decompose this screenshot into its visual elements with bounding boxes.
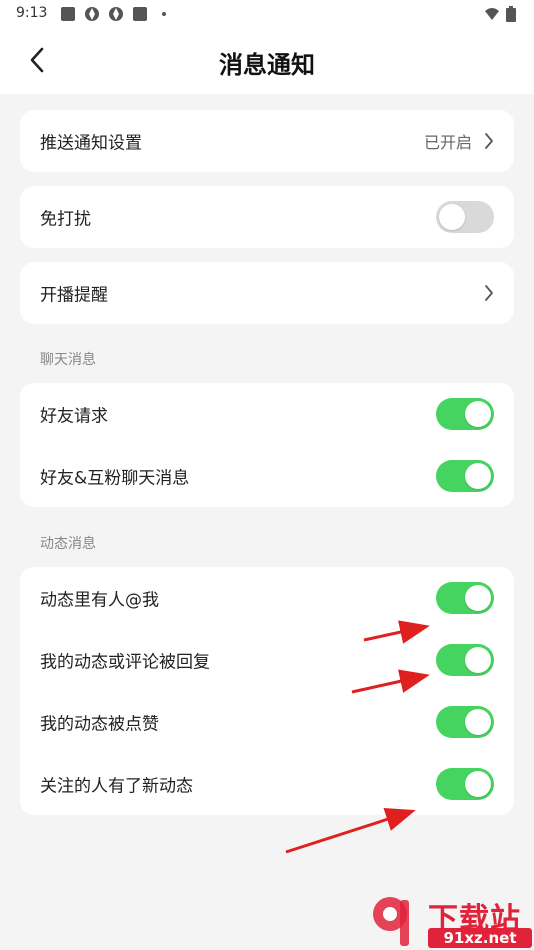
push-settings-status: 已开启 bbox=[423, 133, 472, 152]
friend-request-row: 好友请求 bbox=[20, 383, 514, 445]
friend-chat-label: 好友&互粉聊天消息 bbox=[40, 468, 190, 489]
push-settings-row[interactable]: 推送通知设置 已开启 bbox=[20, 110, 514, 172]
friend-chat-toggle[interactable] bbox=[436, 460, 494, 492]
square-notification-icon bbox=[133, 7, 147, 21]
do-not-disturb-row: 免打扰 bbox=[20, 186, 514, 248]
like-toggle[interactable] bbox=[436, 706, 494, 738]
watermark-url: 91xz.net bbox=[428, 928, 532, 948]
toggle-knob bbox=[465, 647, 491, 673]
page-title: 消息通知 bbox=[219, 51, 315, 79]
like-row: 我的动态被点赞 bbox=[20, 691, 514, 753]
following-update-label: 关注的人有了新动态 bbox=[40, 776, 193, 797]
wifi-icon bbox=[485, 8, 499, 20]
live-reminder-label: 开播提醒 bbox=[40, 285, 108, 306]
toggle-knob bbox=[439, 204, 465, 230]
push-settings-label: 推送通知设置 bbox=[40, 133, 142, 154]
activity-section-title: 动态消息 bbox=[40, 536, 96, 552]
mention-label: 动态里有人@我 bbox=[40, 590, 159, 611]
activity-settings-card: 动态里有人@我 我的动态或评论被回复 我的动态被点赞 关注的人有了新动态 bbox=[20, 567, 514, 815]
friend-request-toggle[interactable] bbox=[436, 398, 494, 430]
live-reminder-row[interactable]: 开播提醒 bbox=[20, 262, 514, 324]
chevron-right-icon bbox=[485, 133, 493, 149]
do-not-disturb-toggle[interactable] bbox=[436, 201, 494, 233]
nav-bar: 消息通知 bbox=[0, 28, 534, 94]
toggle-knob bbox=[465, 401, 491, 427]
watermark-logo-icon bbox=[373, 897, 409, 946]
reply-label: 我的动态或评论被回复 bbox=[40, 652, 210, 673]
mention-toggle[interactable] bbox=[436, 582, 494, 614]
toggle-knob bbox=[465, 771, 491, 797]
battery-icon bbox=[506, 6, 516, 22]
like-label: 我的动态被点赞 bbox=[40, 714, 159, 735]
chevron-right-icon bbox=[485, 285, 493, 301]
following-update-toggle[interactable] bbox=[436, 768, 494, 800]
aperture-icon bbox=[85, 7, 99, 21]
friend-chat-row: 好友&互粉聊天消息 bbox=[20, 445, 514, 507]
do-not-disturb-label: 免打扰 bbox=[40, 209, 91, 230]
mention-row: 动态里有人@我 bbox=[20, 567, 514, 629]
reply-row: 我的动态或评论被回复 bbox=[20, 629, 514, 691]
toggle-knob bbox=[465, 463, 491, 489]
friend-request-label: 好友请求 bbox=[40, 406, 108, 427]
red-arrow-icon bbox=[285, 807, 416, 854]
toggle-knob bbox=[465, 709, 491, 735]
aperture-icon bbox=[109, 7, 123, 21]
status-bar: 9:13 bbox=[0, 0, 534, 28]
chat-settings-card: 好友请求 好友&互粉聊天消息 bbox=[20, 383, 514, 507]
toggle-knob bbox=[465, 585, 491, 611]
reply-toggle[interactable] bbox=[436, 644, 494, 676]
watermark: 下载站 91xz.net bbox=[366, 892, 534, 950]
dot-icon bbox=[162, 12, 166, 16]
chat-section-title: 聊天消息 bbox=[40, 352, 96, 368]
following-update-row: 关注的人有了新动态 bbox=[20, 753, 514, 815]
status-time: 9:13 bbox=[16, 5, 48, 21]
square-notification-icon bbox=[61, 7, 75, 21]
